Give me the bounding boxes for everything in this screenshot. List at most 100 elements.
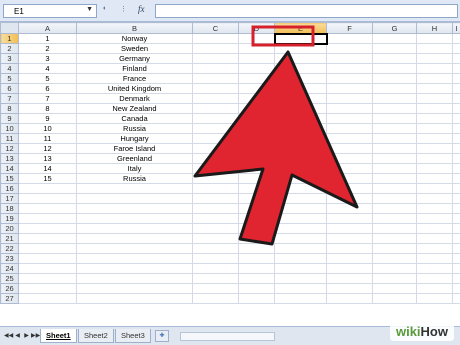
cell-i[interactable] xyxy=(452,243,460,254)
column-header-f[interactable]: F xyxy=(326,22,373,34)
cell-d[interactable] xyxy=(238,123,275,134)
horizontal-scrollbar[interactable] xyxy=(180,332,275,341)
cell-e[interactable] xyxy=(274,83,327,94)
row-header[interactable]: 15 xyxy=(0,173,19,184)
cell-g[interactable] xyxy=(372,263,417,274)
cell-c[interactable] xyxy=(192,223,239,234)
row-header[interactable]: 23 xyxy=(0,253,19,264)
cell-f[interactable] xyxy=(326,93,373,104)
cell-f[interactable] xyxy=(326,263,373,274)
cell-d[interactable] xyxy=(238,193,275,204)
cell-g[interactable] xyxy=(372,83,417,94)
cell-a[interactable] xyxy=(18,183,77,194)
column-header-g[interactable]: G xyxy=(372,22,417,34)
cell-h[interactable] xyxy=(416,223,453,234)
cell-e[interactable] xyxy=(274,213,327,224)
row-header[interactable]: 24 xyxy=(0,263,19,274)
cell-a[interactable] xyxy=(18,223,77,234)
cell-h[interactable] xyxy=(416,183,453,194)
cell-i[interactable] xyxy=(452,73,460,84)
cell-i[interactable] xyxy=(452,93,460,104)
cell-h[interactable] xyxy=(416,193,453,204)
cell-i[interactable] xyxy=(452,263,460,274)
next-sheet-icon[interactable]: ▶ xyxy=(22,331,31,341)
cell-b[interactable] xyxy=(76,203,193,214)
cell-b[interactable]: Russia xyxy=(76,123,193,134)
cell-c[interactable] xyxy=(192,193,239,204)
cell-b[interactable] xyxy=(76,273,193,284)
cell-a[interactable]: 4 xyxy=(18,63,77,74)
cell-h[interactable] xyxy=(416,113,453,124)
cell-c[interactable] xyxy=(192,33,239,44)
cell-f[interactable] xyxy=(326,143,373,154)
cell-c[interactable] xyxy=(192,203,239,214)
cell-f[interactable] xyxy=(326,233,373,244)
cell-i[interactable] xyxy=(452,253,460,264)
row-header[interactable]: 17 xyxy=(0,193,19,204)
cell-g[interactable] xyxy=(372,293,417,304)
cell-g[interactable] xyxy=(372,203,417,214)
row-header[interactable]: 21 xyxy=(0,233,19,244)
cell-b[interactable]: Germany xyxy=(76,53,193,64)
cell-e[interactable] xyxy=(274,273,327,284)
cell-i[interactable] xyxy=(452,163,460,174)
cell-i[interactable] xyxy=(452,43,460,54)
cell-e[interactable] xyxy=(274,173,327,184)
cell-d[interactable] xyxy=(238,173,275,184)
cell-b[interactable] xyxy=(76,283,193,294)
cell-g[interactable] xyxy=(372,183,417,194)
cell-a[interactable] xyxy=(18,243,77,254)
cell-b[interactable] xyxy=(76,253,193,264)
cell-b[interactable] xyxy=(76,223,193,234)
cell-h[interactable] xyxy=(416,153,453,164)
cell-b[interactable] xyxy=(76,293,193,304)
column-header-i[interactable]: I xyxy=(452,22,460,34)
cell-b[interactable]: Norway xyxy=(76,33,193,44)
cell-e[interactable] xyxy=(274,263,327,274)
cell-e[interactable] xyxy=(274,133,327,144)
row-header[interactable]: 13 xyxy=(0,153,19,164)
cell-c[interactable] xyxy=(192,173,239,184)
cell-f[interactable] xyxy=(326,63,373,74)
cell-b[interactable] xyxy=(76,263,193,274)
cell-a[interactable] xyxy=(18,253,77,264)
cell-f[interactable] xyxy=(326,43,373,54)
cell-b[interactable]: France xyxy=(76,73,193,84)
cell-f[interactable] xyxy=(326,203,373,214)
cell-d[interactable] xyxy=(238,73,275,84)
first-sheet-icon[interactable]: ◀◀ xyxy=(4,331,13,341)
cell-h[interactable] xyxy=(416,203,453,214)
column-header-a[interactable]: A xyxy=(18,22,77,34)
row-header[interactable]: 27 xyxy=(0,293,19,304)
row-header[interactable]: 6 xyxy=(0,83,19,94)
cell-g[interactable] xyxy=(372,253,417,264)
cell-d[interactable] xyxy=(238,143,275,154)
tab-sheet1[interactable]: Sheet1 xyxy=(40,329,77,343)
cell-b[interactable]: Italy xyxy=(76,163,193,174)
cell-i[interactable] xyxy=(452,63,460,74)
cell-g[interactable] xyxy=(372,223,417,234)
cell-g[interactable] xyxy=(372,193,417,204)
cell-h[interactable] xyxy=(416,123,453,134)
cell-f[interactable] xyxy=(326,103,373,114)
cell-a[interactable]: 14 xyxy=(18,163,77,174)
cell-b[interactable]: Hungary xyxy=(76,133,193,144)
cell-i[interactable] xyxy=(452,183,460,194)
cell-f[interactable] xyxy=(326,293,373,304)
cell-e[interactable] xyxy=(274,103,327,114)
cell-d[interactable] xyxy=(238,63,275,74)
cell-a[interactable]: 1 xyxy=(18,33,77,44)
row-header[interactable]: 22 xyxy=(0,243,19,254)
cell-i[interactable] xyxy=(452,293,460,304)
cell-i[interactable] xyxy=(452,133,460,144)
cell-a[interactable]: 6 xyxy=(18,83,77,94)
cell-f[interactable] xyxy=(326,283,373,294)
cell-i[interactable] xyxy=(452,123,460,134)
cell-f[interactable] xyxy=(326,123,373,134)
cell-e[interactable] xyxy=(274,233,327,244)
cell-e[interactable] xyxy=(274,253,327,264)
cell-a[interactable] xyxy=(18,203,77,214)
cell-h[interactable] xyxy=(416,73,453,84)
cell-g[interactable] xyxy=(372,233,417,244)
cell-e[interactable] xyxy=(274,53,327,64)
